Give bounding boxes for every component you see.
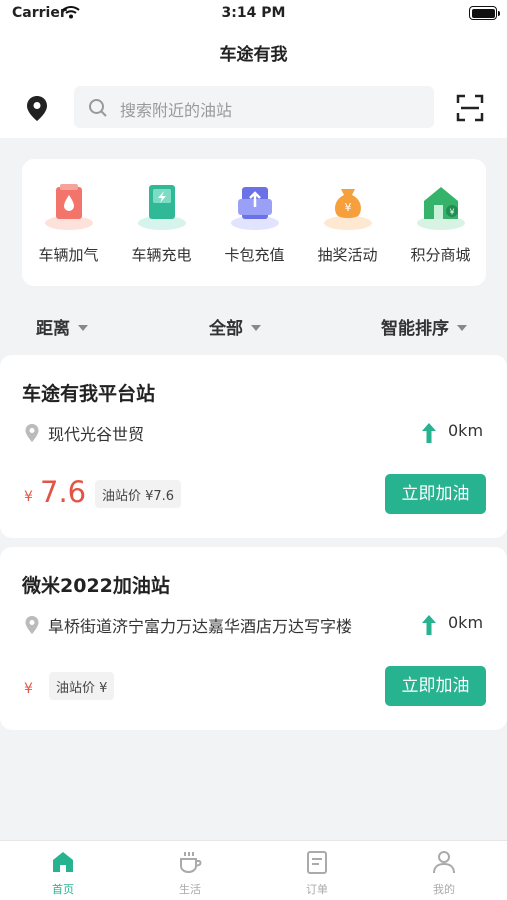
filter-sort[interactable]: 智能排序 xyxy=(381,314,467,339)
refuel-button[interactable]: 立即加油 xyxy=(385,666,486,706)
home-icon xyxy=(53,852,73,872)
station-distance: 0km xyxy=(448,421,484,440)
station-price-tag: 油站价 ¥ xyxy=(49,672,115,700)
order-list-icon xyxy=(307,851,327,874)
station-address: 阜桥街道济宁富力万达嘉华酒店万达写字楼 xyxy=(48,617,353,636)
quick-action-points-store[interactable]: ¥ 积分商城 xyxy=(394,159,487,286)
location-pin-icon[interactable] xyxy=(24,94,50,122)
navigation-arrow-icon[interactable] xyxy=(420,614,438,636)
tab-label: 我的 xyxy=(433,883,455,896)
card-topup-icon xyxy=(231,187,279,230)
station-distance: 0km xyxy=(448,613,484,632)
station-card[interactable]: 车途有我平台站 现代光谷世贸 0km ¥ 7.6 油站价 ¥7.6 立即加油 xyxy=(0,355,507,538)
station-price-tag: 油站价 ¥7.6 xyxy=(95,480,182,508)
filter-row: 距离 全部 智能排序 xyxy=(0,306,507,346)
filter-all[interactable]: 全部 xyxy=(209,314,261,339)
chevron-down-icon xyxy=(457,325,467,331)
tab-bar: 首页 生活 订单 我的 xyxy=(0,840,507,900)
ev-charge-icon xyxy=(138,185,186,230)
gas-refill-icon xyxy=(45,184,93,230)
tab-orders[interactable]: 订单 xyxy=(254,841,380,900)
station-name: 微米2022加油站 xyxy=(22,575,170,597)
lottery-bag-icon: ¥ xyxy=(324,189,372,230)
svg-text:¥: ¥ xyxy=(345,201,352,214)
quick-action-charge[interactable]: 车辆充电 xyxy=(115,159,208,286)
quick-action-gas[interactable]: 车辆加气 xyxy=(22,159,115,286)
tab-label: 订单 xyxy=(306,883,328,896)
nav-bar: 车途有我 xyxy=(0,28,507,76)
clock: 3:14 PM xyxy=(221,5,286,21)
search-placeholder: 搜索附近的油站 xyxy=(120,101,233,120)
profile-icon xyxy=(433,851,455,874)
battery-icon xyxy=(469,6,500,20)
quick-action-card-topup[interactable]: 卡包充值 xyxy=(208,159,301,286)
navigation-arrow-icon[interactable] xyxy=(420,422,438,444)
filter-distance-label: 距离 xyxy=(36,319,70,339)
filter-distance[interactable]: 距离 xyxy=(36,314,88,339)
search-row: 搜索附近的油站 xyxy=(0,76,507,138)
tab-label: 首页 xyxy=(52,883,74,896)
chevron-down-icon xyxy=(78,325,88,331)
search-icon xyxy=(89,99,107,117)
station-name: 车途有我平台站 xyxy=(22,383,156,405)
page-title: 车途有我 xyxy=(219,45,288,65)
tab-label: 生活 xyxy=(179,883,201,896)
tab-home[interactable]: 首页 xyxy=(0,841,126,900)
station-address: 现代光谷世贸 xyxy=(48,425,145,444)
svg-text:¥: ¥ xyxy=(449,208,454,217)
status-bar: Carrier 3:14 PM xyxy=(0,0,507,28)
price-currency: ¥ xyxy=(24,681,33,697)
quick-action-label: 车辆加气 xyxy=(38,246,99,264)
price-currency: ¥ xyxy=(24,489,33,505)
chevron-down-icon xyxy=(251,325,261,331)
quick-action-label: 积分商城 xyxy=(410,246,471,264)
tab-life[interactable]: 生活 xyxy=(127,841,253,900)
filter-sort-label: 智能排序 xyxy=(381,319,449,339)
refuel-button[interactable]: 立即加油 xyxy=(385,474,486,514)
quick-action-label: 车辆充电 xyxy=(131,246,192,264)
quick-action-lottery[interactable]: ¥ 抽奖活动 xyxy=(301,159,394,286)
map-pin-icon xyxy=(25,616,39,634)
quick-actions-card: 车辆加气 车辆充电 卡包充值 ¥ 抽奖活动 ¥ 积分商城 xyxy=(22,159,486,286)
price-value: 7.6 xyxy=(40,475,87,509)
map-pin-icon xyxy=(25,424,39,442)
station-card[interactable]: 微米2022加油站 阜桥街道济宁富力万达嘉华酒店万达写字楼 0km ¥ 油站价 … xyxy=(0,547,507,730)
quick-action-label: 抽奖活动 xyxy=(317,246,378,264)
search-input[interactable]: 搜索附近的油站 xyxy=(74,86,434,128)
filter-all-label: 全部 xyxy=(209,319,243,339)
tab-profile[interactable]: 我的 xyxy=(381,841,507,900)
quick-action-label: 卡包充值 xyxy=(224,246,285,264)
cup-icon xyxy=(180,852,202,874)
scan-icon[interactable] xyxy=(456,94,484,122)
points-store-icon: ¥ xyxy=(417,187,465,230)
